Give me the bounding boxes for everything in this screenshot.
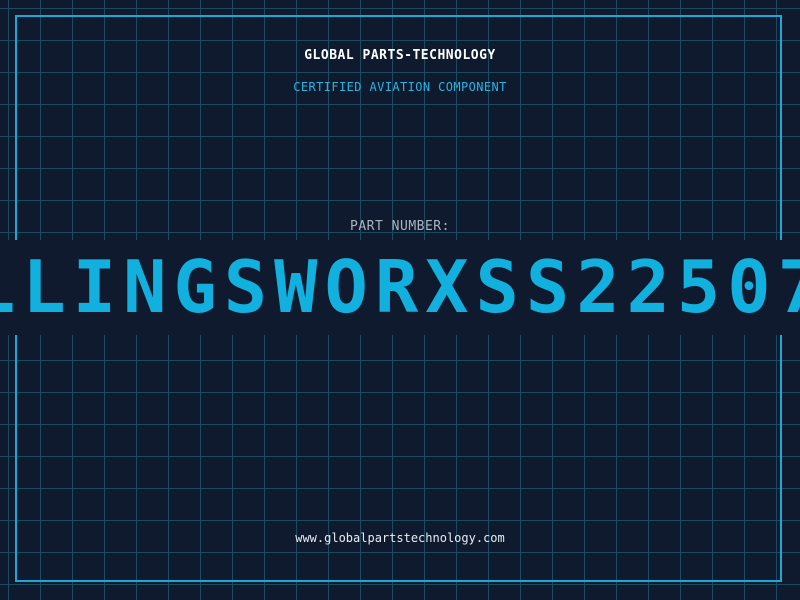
certification-subtitle: CERTIFIED AVIATION COMPONENT: [293, 80, 507, 94]
website-url: www.globalpartstechnology.com: [295, 531, 505, 545]
company-name: GLOBAL PARTS-TECHNOLOGY: [304, 48, 496, 63]
part-number-band: ROLLINGSWORXSS22507MR: [0, 240, 800, 335]
part-number-value: ROLLINGSWORXSS22507MR: [0, 245, 800, 329]
part-number-label: PART NUMBER:: [350, 219, 450, 234]
